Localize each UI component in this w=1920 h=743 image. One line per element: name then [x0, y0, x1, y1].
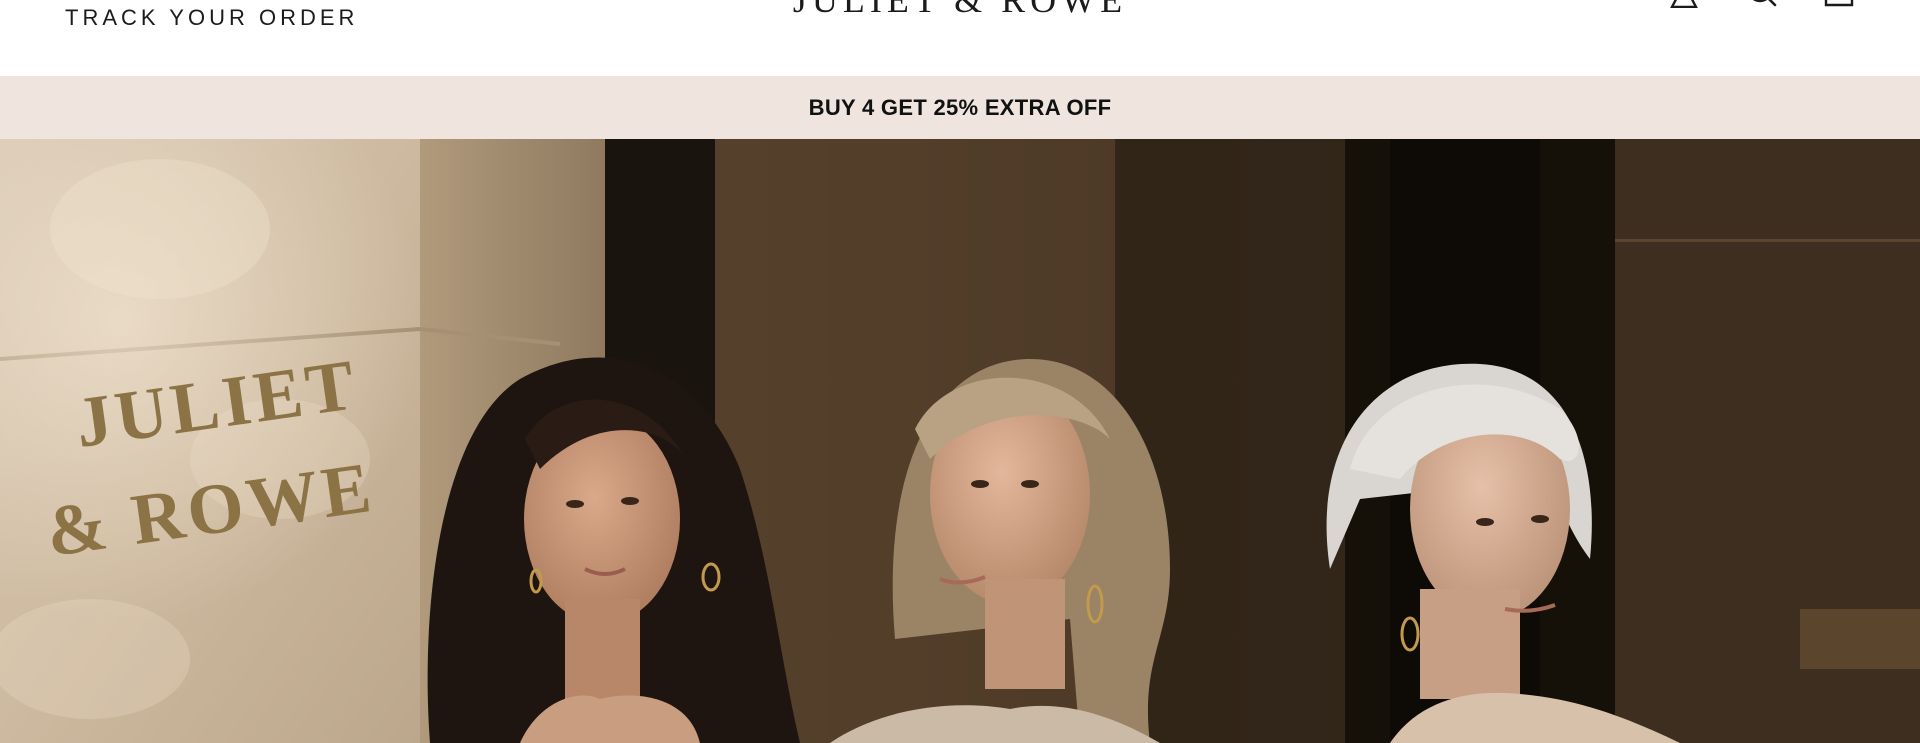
cart-icon[interactable] [1823, 0, 1855, 8]
account-icon[interactable] [1668, 0, 1700, 8]
announcement-bar: BUY 4 GET 25% EXTRA OFF [0, 76, 1920, 139]
hero-banner: JULIET & ROWE [0, 139, 1920, 743]
site-header: TRACK YOUR ORDER JULIET & ROWE [0, 0, 1920, 76]
search-icon[interactable] [1746, 0, 1778, 8]
hero-image: JULIET & ROWE [0, 139, 1920, 743]
track-order-link[interactable]: TRACK YOUR ORDER [65, 4, 358, 32]
page: TRACK YOUR ORDER JULIET & ROWE BUY 4 GET… [0, 0, 1920, 743]
site-logo[interactable]: JULIET & ROWE [760, 0, 1160, 20]
announcement-text: BUY 4 GET 25% EXTRA OFF [808, 94, 1112, 120]
